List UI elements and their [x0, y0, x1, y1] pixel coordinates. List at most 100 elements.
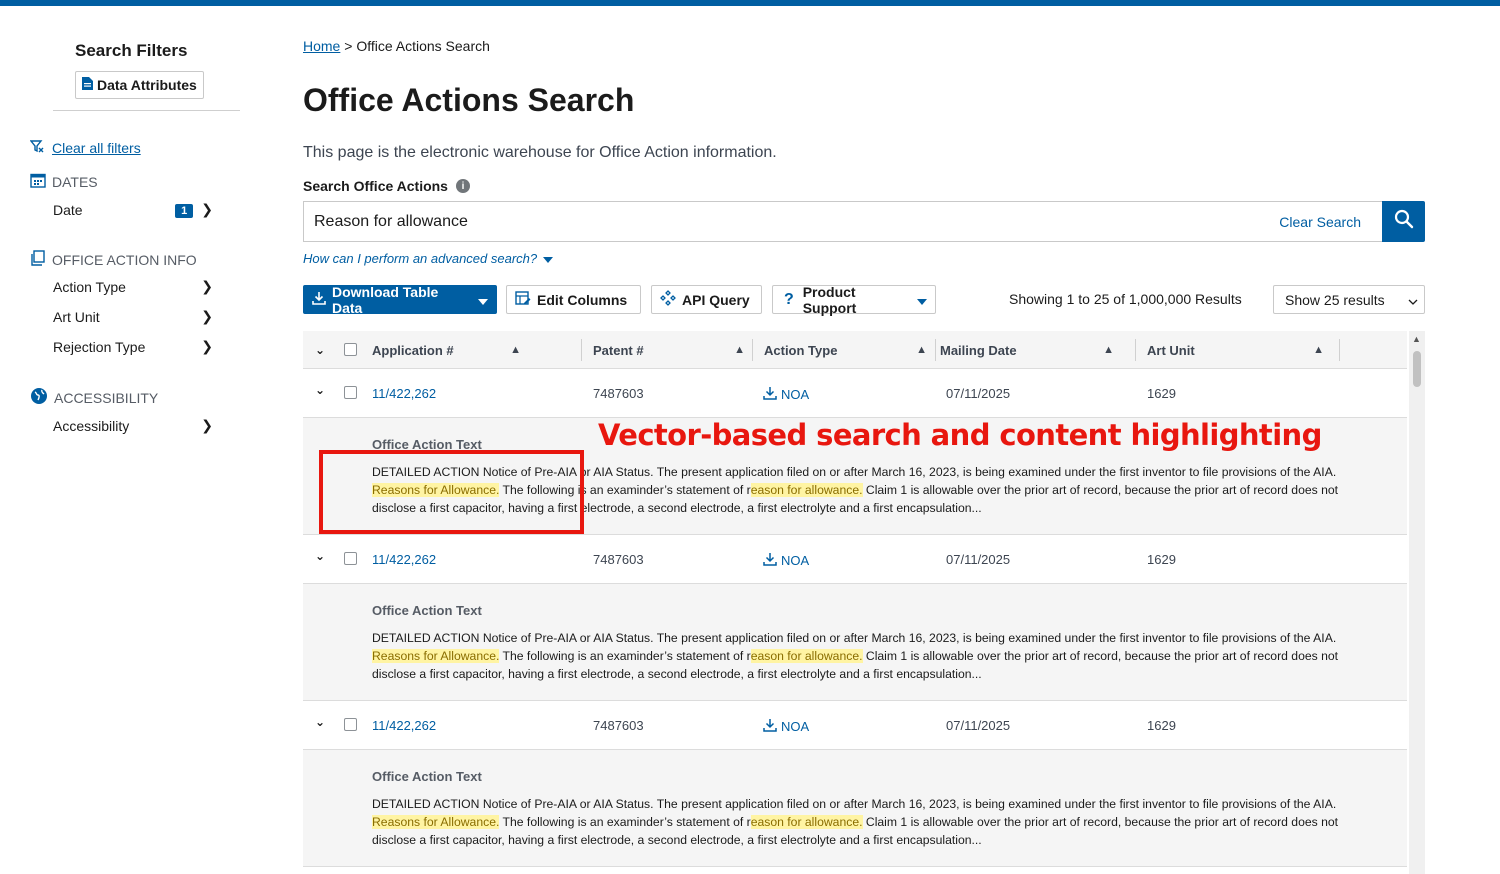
column-separator[interactable] — [935, 339, 936, 361]
sort-icon[interactable]: ▲︎ — [1103, 344, 1114, 356]
filters-sidebar: Search Filters Data Attributes Clear all… — [0, 6, 260, 874]
advanced-search-label: How can I perform an advanced search? — [303, 251, 538, 266]
search-label: Search Office Actions i — [303, 178, 470, 194]
column-header-mailing-date[interactable]: Mailing Date ▲︎ — [940, 331, 1114, 369]
annotation-highlight-box — [319, 450, 584, 534]
page-title: Office Actions Search — [303, 82, 635, 118]
advanced-search-toggle[interactable]: How can I perform an advanced search? — [303, 251, 554, 266]
highlighted-match: eason for allowance. — [750, 483, 863, 497]
select-all-checkbox[interactable] — [344, 343, 357, 356]
sidebar-item-art-unit[interactable]: Art Unit ❯ — [53, 308, 213, 325]
question-icon: ? — [783, 290, 794, 308]
chevron-down-icon — [1408, 292, 1418, 308]
clear-all-filters[interactable]: Clear all filters — [29, 139, 141, 156]
table-row[interactable]: ⌄ 11/422,262 7487603 NOA 07/11/2025 1629 — [303, 701, 1407, 750]
action-type-download[interactable]: NOA — [763, 718, 809, 735]
product-support-button[interactable]: ? Product Support — [772, 283, 936, 316]
column-header-action-type[interactable]: Action Type ▲︎ — [764, 331, 927, 369]
column-header-application[interactable]: Application # ▲︎ — [372, 331, 521, 369]
column-header-patent[interactable]: Patent # ▲︎ — [593, 331, 745, 369]
caret-down-icon — [917, 292, 927, 308]
patent-number: 7487603 — [593, 718, 644, 733]
sort-icon[interactable]: ▲︎ — [916, 344, 927, 356]
application-link[interactable]: 11/422,262 — [372, 386, 436, 401]
text-segment: The following is an examinder’s statemen… — [499, 649, 751, 663]
column-separator[interactable] — [752, 339, 753, 361]
row-checkbox[interactable] — [344, 718, 357, 731]
action-type-label: NOA — [781, 719, 810, 734]
office-action-text: DETAILED ACTION Notice of Pre-AIA or AIA… — [372, 629, 1372, 683]
sidebar-item-rejection-type[interactable]: Rejection Type ❯ — [53, 338, 213, 355]
action-type-download[interactable]: NOA — [763, 386, 809, 403]
chevron-right-icon: ❯ — [201, 308, 213, 324]
sidebar-item-label: Date — [53, 201, 83, 218]
highlighted-match: eason for allowance. — [750, 649, 863, 663]
sidebar-divider — [53, 110, 240, 111]
section-office-action-info-title: OFFICE ACTION INFO — [52, 251, 197, 268]
scroll-thumb[interactable] — [1413, 351, 1421, 387]
table-row[interactable]: ⌄ 11/422,262 7487603 NOA 07/11/2025 1629 — [303, 369, 1407, 418]
info-icon[interactable]: i — [455, 179, 470, 193]
row-checkbox[interactable] — [344, 386, 357, 399]
api-query-button[interactable]: API Query — [651, 285, 762, 314]
table-row[interactable]: ⌄ 11/422,262 7487603 NOA 07/11/2025 1629 — [303, 535, 1407, 584]
product-support-label: Product Support — [802, 283, 857, 316]
edit-columns-button[interactable]: Edit Columns — [506, 285, 641, 314]
patent-number: 7487603 — [593, 386, 644, 401]
action-type-download[interactable]: NOA — [763, 552, 809, 569]
section-office-action-info[interactable]: OFFICE ACTION INFO — [30, 250, 197, 269]
art-unit: 1629 — [1147, 386, 1176, 401]
row-checkbox[interactable] — [344, 552, 357, 565]
data-attributes-label: Data Attributes — [97, 77, 197, 93]
sidebar-item-action-type[interactable]: Action Type ❯ — [53, 278, 213, 295]
download-table-data-button[interactable]: Download Table Data — [303, 283, 497, 316]
action-type-label: NOA — [781, 553, 810, 568]
table-scrollbar[interactable]: ▲ — [1409, 331, 1425, 874]
column-separator[interactable] — [1135, 339, 1136, 361]
application-link[interactable]: 11/422,262 — [372, 718, 436, 733]
copy-icon — [30, 250, 46, 269]
caret-down-icon — [543, 251, 554, 266]
sort-icon[interactable]: ▲︎ — [1313, 344, 1324, 356]
page-size-select[interactable]: Show 25 results — [1273, 285, 1425, 314]
clear-search-button[interactable]: Clear Search — [1279, 214, 1361, 230]
column-header-label: Application # — [372, 342, 454, 358]
column-header-label: Art Unit — [1147, 342, 1195, 358]
mailing-date: 07/11/2025 — [946, 552, 1011, 567]
column-header-label: Action Type — [764, 342, 838, 358]
search-input[interactable] — [314, 212, 1214, 231]
data-attributes-button[interactable]: Data Attributes — [75, 71, 204, 99]
scroll-up-arrow-icon[interactable]: ▲ — [1412, 334, 1421, 344]
search-button[interactable] — [1382, 201, 1425, 242]
application-link[interactable]: 11/422,262 — [372, 552, 436, 567]
sort-icon[interactable]: ▲︎ — [734, 344, 745, 356]
office-action-detail: Office Action Text DETAILED ACTION Notic… — [303, 750, 1407, 867]
row-expand-icon[interactable]: ⌄ — [315, 549, 325, 563]
chevron-right-icon: ❯ — [201, 417, 213, 433]
section-accessibility-title: ACCESSIBILITY — [54, 389, 159, 406]
filter-count-badge: 1 — [175, 204, 194, 218]
calendar-icon — [30, 172, 46, 191]
clear-all-filters-link[interactable]: Clear all filters — [52, 140, 141, 156]
column-header-label: Patent # — [593, 342, 644, 358]
art-unit: 1629 — [1147, 552, 1176, 567]
column-separator[interactable] — [1339, 339, 1340, 361]
sort-icon[interactable]: ▲︎ — [510, 344, 521, 356]
section-accessibility[interactable]: ACCESSIBILITY — [30, 387, 158, 408]
download-table-data-label: Download Table Data — [332, 283, 439, 316]
sidebar-item-date[interactable]: Date 1 ❯ — [53, 201, 213, 218]
patent-number: 7487603 — [593, 552, 644, 567]
row-expand-icon[interactable]: ⌄ — [315, 715, 325, 729]
column-header-art-unit[interactable]: Art Unit ▲︎ — [1147, 331, 1324, 369]
expand-all-icon[interactable]: ⌄ — [315, 343, 325, 357]
highlighted-match: Reasons for Allowance. — [372, 649, 500, 663]
document-icon — [82, 77, 93, 93]
breadcrumb-home-link[interactable]: Home — [303, 38, 340, 54]
art-unit: 1629 — [1147, 718, 1176, 733]
section-dates[interactable]: DATES — [30, 172, 98, 191]
sidebar-item-accessibility[interactable]: Accessibility ❯ — [53, 417, 213, 434]
sidebar-item-label: Rejection Type — [53, 338, 146, 355]
row-expand-icon[interactable]: ⌄ — [315, 383, 325, 397]
column-header-label: Mailing Date — [940, 342, 1017, 358]
column-separator[interactable] — [581, 339, 582, 361]
